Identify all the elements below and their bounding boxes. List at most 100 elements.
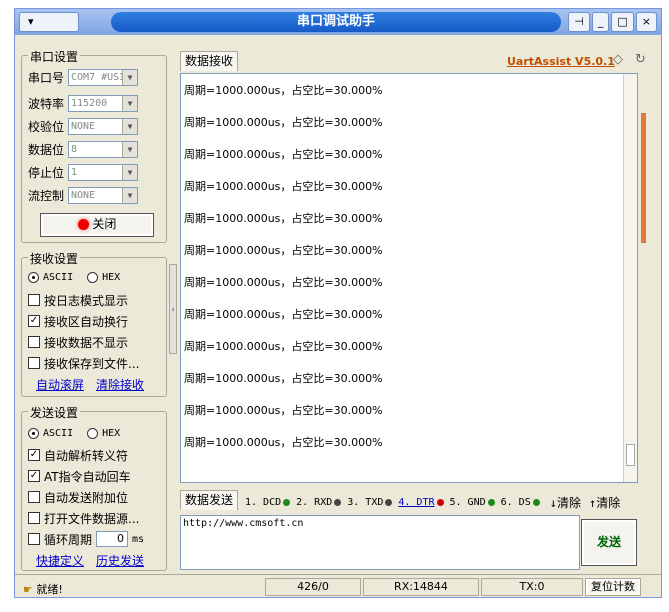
send-at-checkbox[interactable]: ✓	[28, 470, 40, 482]
databits-select[interactable]: 8 ▼	[68, 140, 139, 158]
send-option-append[interactable]: 自动发送附加位	[28, 488, 128, 506]
history-link[interactable]: 历史发送	[96, 552, 144, 569]
recv-save-checkbox[interactable]	[28, 357, 40, 369]
recv-line: 周期=1000.000us，占空比=30.000%	[184, 372, 383, 385]
flowcontrol-select[interactable]: NONE ▼	[68, 186, 139, 204]
signal-led-icon	[283, 498, 291, 506]
signal-bar: 1. DCD 2. RXD 3. TXD 4. DTR 5. GND 6. DS ↓清除 ↑清…	[245, 493, 645, 511]
baud-value: 115200	[71, 97, 108, 109]
maximize-button[interactable]: □	[611, 12, 634, 32]
auto-scroll-link[interactable]: 自动滚屏	[36, 376, 84, 393]
send-ascii-label: ASCII	[43, 427, 74, 439]
send-tab-label: 数据发送	[185, 493, 234, 507]
clear-recv-link[interactable]: 清除接收	[96, 376, 144, 393]
send-file-label: 打开文件数据源...	[44, 511, 140, 526]
signal-indicator: 6. DS	[501, 497, 540, 508]
recv-line: 周期=1000.000us，占空比=30.000%	[184, 308, 383, 321]
send-append-checkbox[interactable]	[28, 491, 40, 503]
recv-scrollbar[interactable]	[623, 74, 637, 482]
recv-ascii-label: ASCII	[43, 271, 74, 283]
shortcut-link[interactable]: 快捷定义	[36, 552, 84, 569]
system-menu-button[interactable]: ▾	[19, 12, 79, 32]
parity-select[interactable]: NONE ▼	[68, 117, 139, 135]
recv-option-save[interactable]: 接收保存到文件...	[28, 354, 139, 372]
send-hex-radio[interactable]	[87, 427, 99, 439]
send-option-escape[interactable]: ✓ 自动解析转义符	[28, 446, 128, 464]
tx-count-cell: TX:0	[481, 578, 583, 596]
send-file-checkbox[interactable]	[28, 512, 40, 524]
send-button[interactable]: 发送	[581, 519, 637, 566]
send-escape-checkbox[interactable]: ✓	[28, 449, 40, 461]
port-select[interactable]: COM7 #USI ▼	[68, 68, 139, 86]
byte-count-cell: 426/0	[265, 578, 361, 596]
recv-option-log[interactable]: 按日志模式显示	[28, 291, 128, 309]
stopbits-row: 停止位 1 ▼	[28, 163, 139, 181]
recv-wrap-checkbox[interactable]: ✓	[28, 315, 40, 327]
recv-hex-radio[interactable]	[87, 271, 99, 283]
send-option-file[interactable]: 打开文件数据源...	[28, 509, 139, 527]
recv-line: 周期=1000.000us，占空比=30.000%	[184, 180, 383, 193]
brand-link[interactable]: UartAssist V5.0.1	[507, 55, 615, 68]
port-value: COM7 #USI	[71, 71, 126, 83]
pin-button[interactable]: ⊣	[568, 12, 590, 32]
open-close-port-button[interactable]: 关闭	[40, 213, 154, 237]
parity-value: NONE	[71, 120, 96, 132]
clear-all-button[interactable]: ↑清除	[589, 494, 620, 511]
tab-send[interactable]: 数据发送	[180, 490, 239, 510]
baud-label: 波特率	[28, 96, 65, 111]
signal-label: 3. TXD	[347, 496, 384, 508]
window-controls: ⊣ _ □ ×	[568, 12, 657, 32]
send-option-at[interactable]: ✓ AT指令自动回车	[28, 467, 131, 485]
chevron-down-icon: ▼	[122, 69, 138, 85]
send-option-loop: 循环周期 0 ms	[28, 530, 144, 548]
recv-line: 周期=1000.000us，占空比=30.000%	[184, 116, 383, 129]
parity-row: 校验位 NONE ▼	[28, 117, 139, 135]
close-window-button[interactable]: ×	[635, 12, 657, 32]
title-bar: ▾ 串口调试助手 ⊣ _ □ ×	[15, 9, 661, 35]
clear-send-button[interactable]: ↓清除	[550, 494, 581, 511]
status-bar: ☛ 就绪! 426/0 RX:14844 TX:0 复位计数	[15, 574, 661, 598]
loop-period-input[interactable]: 0	[96, 531, 129, 547]
recv-scroll-thumb[interactable]	[626, 444, 635, 466]
recv-option-wrap[interactable]: ✓ 接收区自动换行	[28, 312, 128, 330]
serial-settings-title: 串口设置	[28, 48, 81, 65]
diamond-icon[interactable]: ◇	[613, 52, 623, 67]
chevron-down-icon: ▼	[122, 118, 138, 134]
recv-textarea[interactable]: 周期=1000.000us，占空比=30.000% 周期=1000.000us，占…	[180, 73, 638, 483]
clear-all-label: 清除	[596, 495, 621, 510]
signal-led-icon	[436, 498, 444, 506]
recv-line: 周期=1000.000us，占空比=30.000%	[184, 436, 383, 449]
baud-row: 波特率 115200 ▼	[28, 94, 139, 112]
send-escape-label: 自动解析转义符	[44, 448, 129, 463]
recv-wrap-label: 接收区自动换行	[44, 314, 129, 329]
send-at-label: AT指令自动回车	[44, 469, 131, 484]
signal-indicator[interactable]: 4. DTR	[398, 497, 444, 508]
collapse-panel-handle[interactable]: ‹	[169, 264, 177, 354]
recv-log-checkbox[interactable]	[28, 294, 40, 306]
chevron-down-icon: ▼	[122, 141, 138, 157]
status-hand-icon: ☛	[23, 583, 33, 596]
refresh-icon[interactable]: ↻	[635, 52, 646, 67]
stopbits-select[interactable]: 1 ▼	[68, 163, 139, 181]
send-format-row: ASCII HEX	[28, 424, 120, 442]
recv-option-hide[interactable]: 接收数据不显示	[28, 333, 128, 351]
recv-log-label: 按日志模式显示	[44, 293, 129, 308]
recv-line: 周期=1000.000us，占空比=30.000%	[184, 404, 383, 417]
reset-count-button[interactable]: 复位计数	[585, 578, 641, 596]
recv-hide-checkbox[interactable]	[28, 336, 40, 348]
minimize-button[interactable]: _	[591, 12, 610, 32]
tab-recv[interactable]: 数据接收	[180, 51, 239, 71]
recv-ascii-radio[interactable]	[28, 271, 39, 283]
flowcontrol-row: 流控制 NONE ▼	[28, 186, 139, 204]
stopbits-value: 1	[71, 166, 78, 178]
recv-links-row: 自动滚屏 清除接收	[36, 375, 144, 393]
recv-line: 周期=1000.000us，占空比=30.000%	[184, 212, 383, 225]
send-loop-checkbox[interactable]	[28, 533, 40, 545]
ready-label: 就绪!	[36, 583, 63, 596]
signal-indicator: 2. RXD	[296, 497, 342, 508]
send-loop-label: 循环周期	[44, 532, 93, 547]
send-input[interactable]: http://www.cmsoft.cn	[180, 515, 580, 570]
signal-led-icon	[532, 498, 540, 506]
send-ascii-radio[interactable]	[28, 427, 39, 439]
baud-select[interactable]: 115200 ▼	[68, 94, 139, 112]
